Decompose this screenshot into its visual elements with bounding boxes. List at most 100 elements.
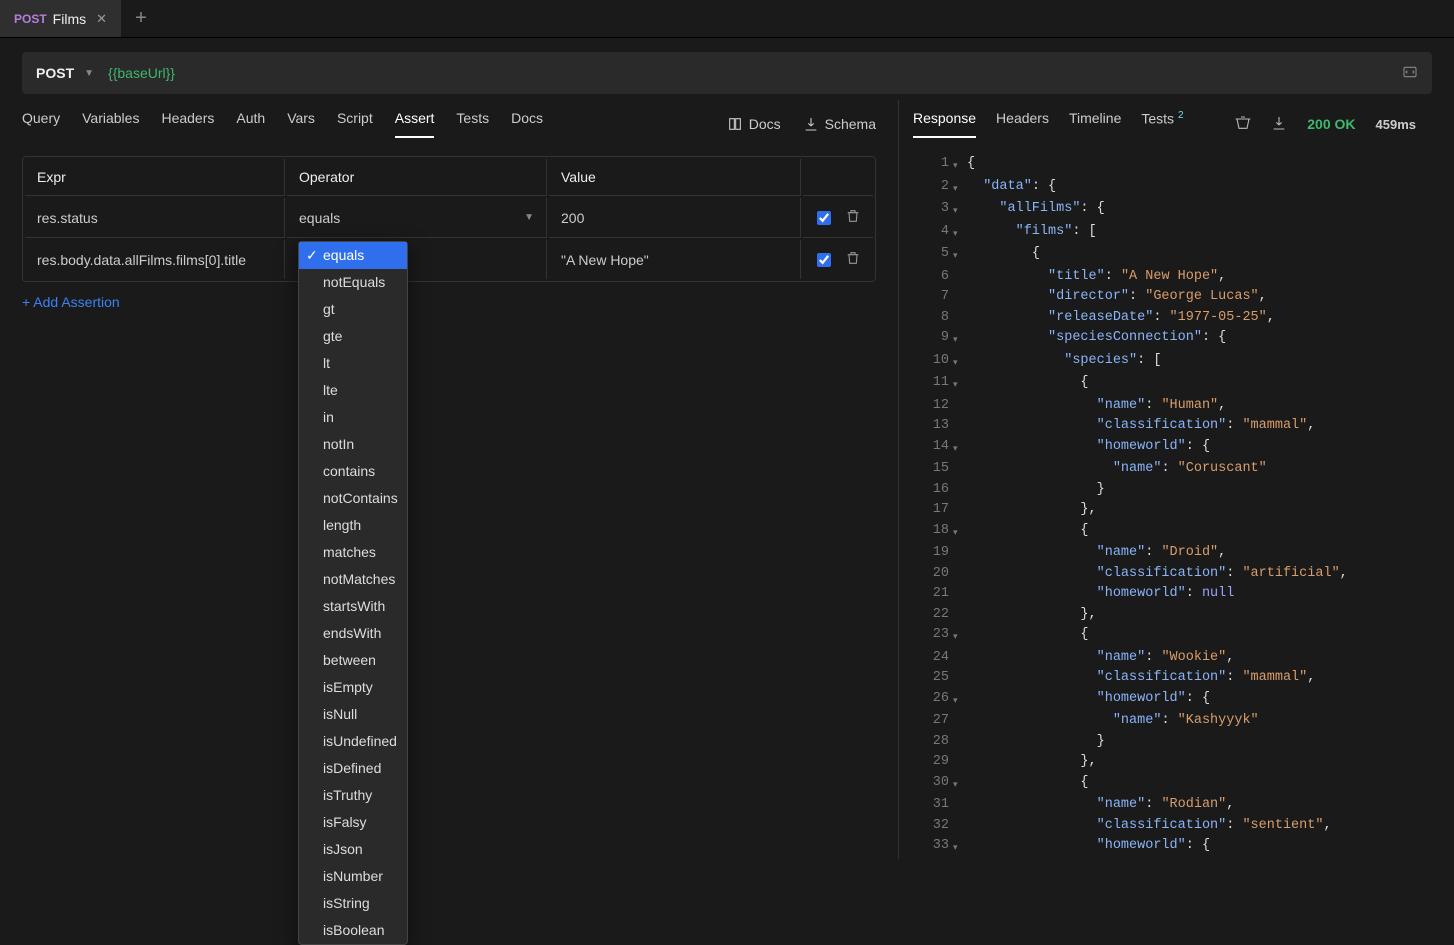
- operator-option-gte[interactable]: gte: [299, 323, 407, 350]
- assertion-value[interactable]: "A New Hope": [549, 240, 801, 279]
- assertion-expr[interactable]: res.body.data.allFilms.films[0].title: [25, 240, 285, 279]
- docs-link[interactable]: Docs: [727, 116, 781, 132]
- tab-script[interactable]: Script: [337, 110, 373, 138]
- tests-count-badge: 2: [1178, 110, 1184, 121]
- tab-assert[interactable]: Assert: [395, 110, 435, 138]
- operator-option-contains[interactable]: contains: [299, 458, 407, 485]
- fold-toggle-icon: [953, 396, 967, 417]
- close-icon[interactable]: ✕: [96, 11, 107, 27]
- method-select-value: POST: [36, 65, 74, 81]
- fold-toggle-icon[interactable]: ▾: [953, 222, 967, 245]
- code-line: 11▾ {: [913, 373, 1436, 396]
- fold-toggle-icon[interactable]: ▾: [953, 154, 967, 177]
- code-line: 16 }: [913, 480, 1436, 501]
- operator-option-between[interactable]: between: [299, 647, 407, 674]
- col-operator: Operator: [287, 159, 547, 196]
- tab-resp-headers[interactable]: Headers: [996, 110, 1049, 138]
- code-line: 3▾ "allFilms": {: [913, 199, 1436, 222]
- code-line: 32 "classification": "sentient",: [913, 816, 1436, 837]
- schema-link-label: Schema: [825, 116, 876, 132]
- tab-variables[interactable]: Variables: [82, 110, 139, 138]
- fold-toggle-icon: [953, 480, 967, 501]
- fold-toggle-icon: [953, 648, 967, 669]
- assertion-enabled-checkbox[interactable]: [817, 253, 831, 267]
- fold-toggle-icon[interactable]: ▾: [953, 199, 967, 222]
- fold-toggle-icon[interactable]: ▾: [953, 625, 967, 648]
- operator-option-isUndefined[interactable]: isUndefined: [299, 728, 407, 755]
- operator-option-notIn[interactable]: notIn: [299, 431, 407, 458]
- operator-option-isNull[interactable]: isNull: [299, 701, 407, 728]
- url-input[interactable]: {{baseUrl}}: [108, 65, 1402, 81]
- tab-auth[interactable]: Auth: [236, 110, 265, 138]
- fold-toggle-icon[interactable]: ▾: [953, 177, 967, 200]
- code-line: 15 "name": "Coruscant": [913, 459, 1436, 480]
- code-line: 13 "classification": "mammal",: [913, 416, 1436, 437]
- fold-toggle-icon[interactable]: ▾: [953, 773, 967, 796]
- fold-toggle-icon[interactable]: ▾: [953, 244, 967, 267]
- operator-option-lte[interactable]: lte: [299, 377, 407, 404]
- trash-icon[interactable]: [845, 250, 861, 269]
- fold-toggle-icon[interactable]: ▾: [953, 521, 967, 544]
- operator-option-notContains[interactable]: notContains: [299, 485, 407, 512]
- col-value: Value: [549, 159, 801, 196]
- operator-option-matches[interactable]: matches: [299, 539, 407, 566]
- operator-option-lt[interactable]: lt: [299, 350, 407, 377]
- operator-option-length[interactable]: length: [299, 512, 407, 539]
- operator-option-notEquals[interactable]: notEquals: [299, 269, 407, 296]
- tab-tests[interactable]: Tests: [456, 110, 489, 138]
- operator-option-startsWith[interactable]: startsWith: [299, 593, 407, 620]
- code-line: 17 },: [913, 500, 1436, 521]
- tab-response[interactable]: Response: [913, 110, 976, 138]
- tab-vars[interactable]: Vars: [287, 110, 315, 138]
- operator-option-isTruthy[interactable]: isTruthy: [299, 782, 407, 809]
- operator-option-gt[interactable]: gt: [299, 296, 407, 323]
- fold-toggle-icon[interactable]: ▾: [953, 437, 967, 460]
- fold-toggle-icon: [953, 500, 967, 521]
- tab-timeline[interactable]: Timeline: [1069, 110, 1121, 138]
- assertion-enabled-checkbox[interactable]: [817, 211, 831, 225]
- operator-dropdown: equalsnotEqualsgtgteltlteinnotIncontains…: [298, 241, 408, 945]
- tab-tests[interactable]: Tests 2: [1141, 110, 1183, 139]
- operator-option-in[interactable]: in: [299, 404, 407, 431]
- trash-icon[interactable]: [845, 208, 861, 227]
- response-body-json[interactable]: 1▾{2▾ "data": {3▾ "allFilms": {4▾ "films…: [913, 154, 1436, 859]
- assertion-value[interactable]: 200: [549, 198, 801, 238]
- download-response-icon[interactable]: [1271, 115, 1287, 134]
- operator-option-endsWith[interactable]: endsWith: [299, 620, 407, 647]
- operator-option-isEmpty[interactable]: isEmpty: [299, 674, 407, 701]
- assertion-operator[interactable]: equals▼: [287, 198, 547, 238]
- table-header-row: Expr Operator Value: [25, 159, 873, 196]
- operator-option-equals[interactable]: equals: [299, 242, 407, 269]
- method-select[interactable]: POST ▼: [36, 65, 94, 81]
- operator-option-isNumber[interactable]: isNumber: [299, 863, 407, 890]
- window-tabbar: POST Films ✕ +: [0, 0, 1454, 38]
- code-line: 20 "classification": "artificial",: [913, 564, 1436, 585]
- code-line: 23▾ {: [913, 625, 1436, 648]
- assertion-expr[interactable]: res.status: [25, 198, 285, 238]
- operator-option-notMatches[interactable]: notMatches: [299, 566, 407, 593]
- fold-toggle-icon[interactable]: ▾: [953, 836, 967, 859]
- tab-query[interactable]: Query: [22, 110, 60, 138]
- request-tab[interactable]: POST Films ✕: [0, 0, 122, 37]
- code-gen-icon[interactable]: [1402, 64, 1418, 83]
- operator-option-isBoolean[interactable]: isBoolean: [299, 917, 407, 944]
- code-line: 1▾{: [913, 154, 1436, 177]
- clear-response-icon[interactable]: [1235, 115, 1251, 134]
- fold-toggle-icon[interactable]: ▾: [953, 351, 967, 374]
- operator-option-isDefined[interactable]: isDefined: [299, 755, 407, 782]
- code-line: 9▾ "speciesConnection": {: [913, 328, 1436, 351]
- new-tab-button[interactable]: +: [122, 0, 160, 37]
- fold-toggle-icon[interactable]: ▾: [953, 373, 967, 396]
- response-pane: Response Headers Timeline Tests 2 200 OK…: [899, 100, 1454, 859]
- operator-option-isFalsy[interactable]: isFalsy: [299, 809, 407, 836]
- fold-toggle-icon: [953, 668, 967, 689]
- code-line: 2▾ "data": {: [913, 177, 1436, 200]
- fold-toggle-icon[interactable]: ▾: [953, 328, 967, 351]
- tab-docs[interactable]: Docs: [511, 110, 543, 138]
- schema-link[interactable]: Schema: [803, 116, 876, 132]
- fold-toggle-icon[interactable]: ▾: [953, 689, 967, 712]
- add-assertion-button[interactable]: + Add Assertion: [22, 294, 876, 310]
- docs-link-label: Docs: [749, 116, 781, 132]
- operator-option-isString[interactable]: isString: [299, 890, 407, 917]
- tab-headers[interactable]: Headers: [161, 110, 214, 138]
